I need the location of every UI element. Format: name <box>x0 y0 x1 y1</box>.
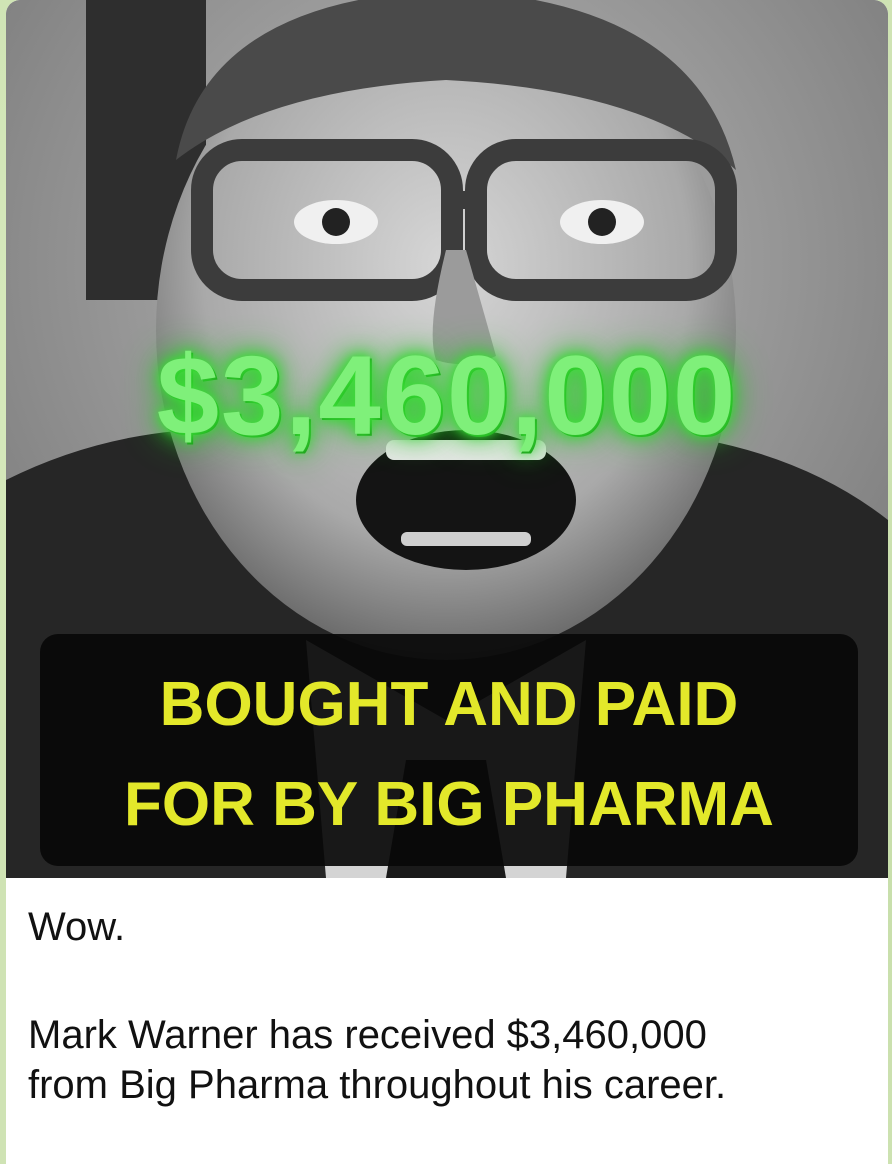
caption-line-2: FOR BY BIG PHARMA <box>124 770 774 839</box>
caption-line-1: BOUGHT AND PAID <box>159 670 739 739</box>
message-line-2: Mark Warner has received $3,460,000 <box>28 1013 707 1057</box>
donation-amount-overlay: $3,460,000 <box>156 333 738 458</box>
photo-caption-box: BOUGHT AND PAID FOR BY BIG PHARMA <box>40 634 858 866</box>
message-line-1: Wow. <box>28 905 126 949</box>
message-line-3: from Big Pharma throughout his career. <box>28 1063 727 1107</box>
message-text: Wow. Mark Warner has received $3,460,000… <box>28 902 878 1110</box>
post-photo[interactable]: $3,460,000 BOUGHT AND PAID FOR BY BIG PH… <box>6 0 888 878</box>
message-bubble[interactable]: $3,460,000 BOUGHT AND PAID FOR BY BIG PH… <box>6 0 888 1164</box>
